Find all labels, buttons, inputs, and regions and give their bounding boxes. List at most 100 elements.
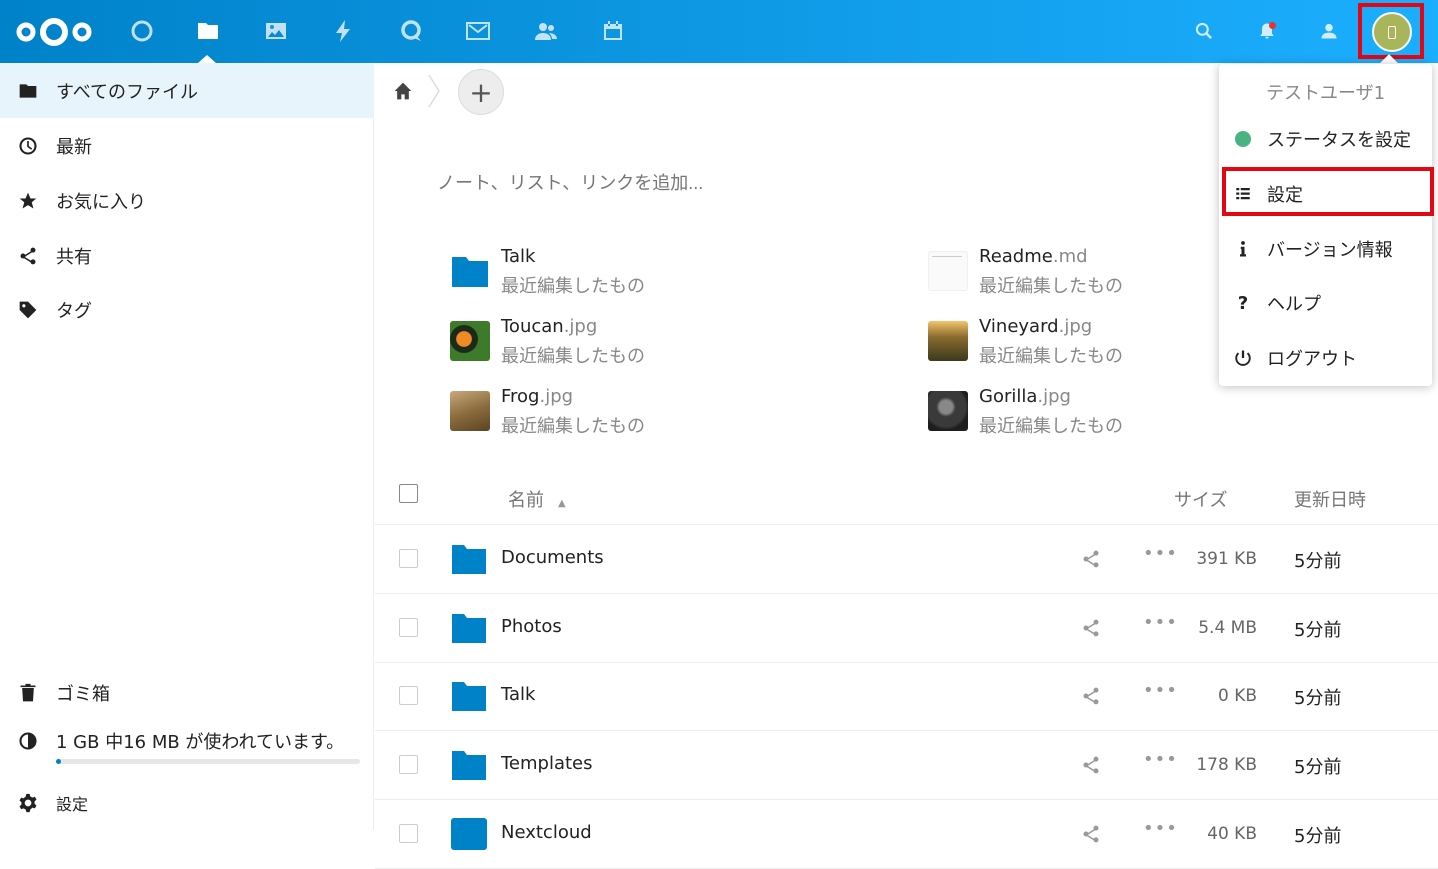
file-name[interactable]: Photos <box>501 616 562 637</box>
row-checkbox[interactable] <box>399 549 418 568</box>
file-name[interactable]: Talk <box>501 684 535 705</box>
nav-label: 設定 <box>56 794 89 814</box>
file-modified: 5分前 <box>1294 620 1342 641</box>
recent-name: Gorilla.jpg <box>979 386 1071 407</box>
trash-icon <box>0 683 56 703</box>
photos-icon[interactable] <box>261 16 291 46</box>
clock-icon <box>0 136 56 156</box>
breadcrumb-separator <box>428 74 440 108</box>
talk-icon[interactable] <box>396 16 426 46</box>
recent-name: Frog.jpg <box>501 386 573 407</box>
activity-icon[interactable] <box>328 16 358 46</box>
more-actions-icon[interactable]: ••• <box>1143 818 1178 839</box>
search-icon[interactable] <box>1191 18 1217 44</box>
row-checkbox[interactable] <box>399 824 418 843</box>
table-row[interactable]: Nextcloud ••• 40 KB 5分前 <box>375 800 1438 869</box>
quota-label: 1 GB 中16 MB が使われています。 <box>56 731 345 753</box>
nav-settings[interactable]: 設定 <box>0 775 374 830</box>
recent-basename: Readme <box>979 246 1053 267</box>
share-icon[interactable] <box>1081 686 1101 711</box>
share-icon[interactable] <box>1081 755 1101 780</box>
contacts-icon[interactable] <box>531 16 561 46</box>
menu-help[interactable]: ? ヘルプ <box>1219 278 1432 328</box>
nav-all-files[interactable]: すべてのファイル <box>0 63 374 118</box>
nav-shares[interactable]: 共有 <box>0 228 374 283</box>
nextcloud-file-icon <box>451 818 487 850</box>
column-name-label: 名前 <box>508 490 544 511</box>
more-actions-icon[interactable]: ••• <box>1143 543 1178 564</box>
folder-icon <box>0 81 56 101</box>
nav-trash[interactable]: ゴミ箱 <box>0 665 374 720</box>
menu-about[interactable]: バージョン情報 <box>1219 224 1432 274</box>
contacts-menu-icon[interactable] <box>1316 18 1342 44</box>
add-new-button[interactable]: + <box>458 69 504 115</box>
recent-subtitle: 最近編集したもの <box>501 276 645 297</box>
vineyard-thumbnail <box>928 321 968 361</box>
row-checkbox[interactable] <box>399 618 418 637</box>
file-size: 40 KB <box>1207 824 1257 844</box>
column-size-header[interactable]: サイズ <box>1174 486 1227 512</box>
power-icon <box>1219 349 1267 367</box>
notifications-bell-icon[interactable] <box>1254 18 1280 44</box>
more-actions-icon[interactable]: ••• <box>1143 680 1178 701</box>
file-list-header: 名前 ▲ サイズ 更新日時 <box>375 471 1438 525</box>
share-icon[interactable] <box>1081 618 1101 643</box>
sort-ascending-icon: ▲ <box>558 498 566 509</box>
folder-icon <box>452 545 486 574</box>
column-name-header[interactable]: 名前 ▲ <box>508 486 566 512</box>
menu-logout[interactable]: ログアウト <box>1219 333 1432 383</box>
status-online-dot <box>1235 131 1251 147</box>
recent-basename: Frog <box>501 386 540 407</box>
table-row[interactable]: Documents ••• 391 KB 5分前 <box>375 525 1438 594</box>
row-checkbox[interactable] <box>399 686 418 705</box>
nextcloud-logo[interactable] <box>14 14 94 50</box>
file-modified: 5分前 <box>1294 688 1342 709</box>
settings-highlight-box <box>1222 167 1434 216</box>
file-size: 178 KB <box>1196 755 1257 775</box>
nav-label: お気に入り <box>56 191 146 213</box>
dashboard-icon[interactable] <box>127 16 157 46</box>
nav-favorites[interactable]: お気に入り <box>0 173 374 228</box>
recent-subtitle: 最近編集したもの <box>979 416 1123 437</box>
file-name[interactable]: Templates <box>501 753 593 774</box>
menu-item-label: ログアウト <box>1267 349 1357 370</box>
home-icon[interactable] <box>393 81 413 105</box>
row-checkbox[interactable] <box>399 755 418 774</box>
recent-item[interactable]: Frog.jpg 最近編集したもの <box>450 386 910 437</box>
note-input[interactable] <box>437 173 1037 194</box>
file-name[interactable]: Nextcloud <box>501 822 592 843</box>
recent-item[interactable]: Talk 最近編集したもの <box>450 246 910 297</box>
share-icon[interactable] <box>1081 824 1101 849</box>
mail-icon[interactable] <box>463 16 493 46</box>
share-icon[interactable] <box>1081 549 1101 574</box>
calendar-icon[interactable] <box>598 16 628 46</box>
user-avatar[interactable] <box>1372 12 1412 52</box>
status-indicator <box>1219 131 1267 147</box>
nav-recent[interactable]: 最新 <box>0 118 374 173</box>
select-all-checkbox[interactable] <box>399 484 418 503</box>
nav-tags[interactable]: タグ <box>0 282 374 337</box>
recent-item[interactable]: Toucan.jpg 最近編集したもの <box>450 316 910 367</box>
menu-set-status[interactable]: ステータスを設定 <box>1219 114 1432 164</box>
notification-dot <box>1269 22 1276 29</box>
folder-icon <box>452 257 488 287</box>
menu-user-name[interactable]: テストユーザ1 <box>1266 79 1385 105</box>
recent-ext: .jpg <box>563 316 598 337</box>
table-row[interactable]: Talk ••• 0 KB 5分前 <box>375 662 1438 731</box>
nav-label: 最新 <box>56 136 92 158</box>
column-modified-header[interactable]: 更新日時 <box>1294 486 1366 512</box>
recent-name: Talk <box>501 246 535 267</box>
quota-progress-fill <box>56 759 61 764</box>
gorilla-thumbnail <box>928 391 968 431</box>
star-icon <box>0 191 56 211</box>
avatar-highlight-box[interactable] <box>1358 3 1424 59</box>
table-row[interactable]: Photos ••• 5.4 MB 5分前 <box>375 594 1438 663</box>
files-icon[interactable] <box>193 16 223 46</box>
more-actions-icon[interactable]: ••• <box>1143 612 1178 633</box>
file-name[interactable]: Documents <box>501 547 604 568</box>
more-actions-icon[interactable]: ••• <box>1143 749 1178 770</box>
recent-basename: Toucan <box>501 316 564 337</box>
table-row[interactable]: Templates ••• 178 KB 5分前 <box>375 731 1438 800</box>
quota-progress-bar <box>56 759 360 764</box>
recent-item[interactable]: Gorilla.jpg 最近編集したもの <box>928 386 1388 437</box>
